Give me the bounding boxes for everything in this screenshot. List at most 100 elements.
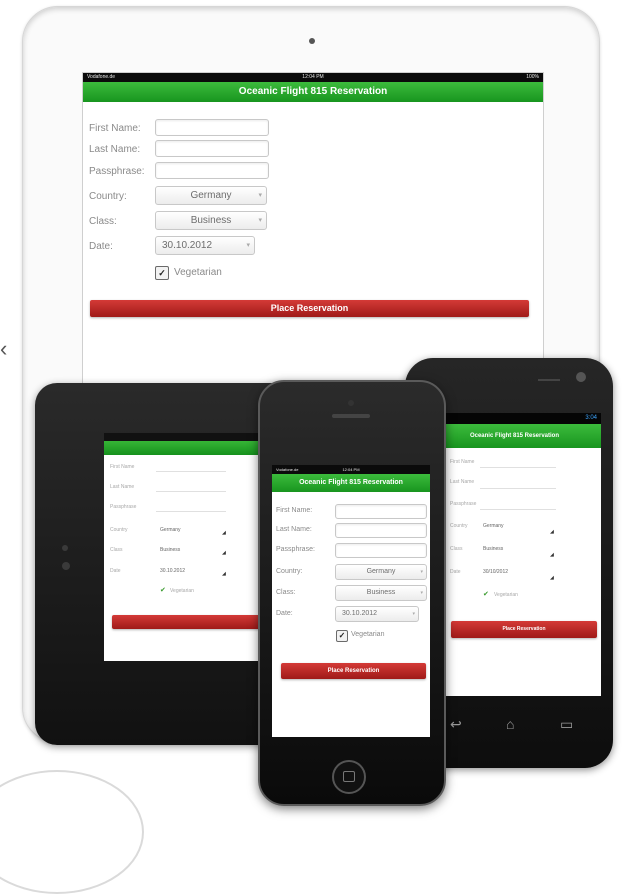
iphone-place-reservation-button[interactable]: Place Reservation [281, 663, 426, 679]
android-country-label: Country [450, 523, 468, 529]
check-icon: ✓ [338, 631, 346, 640]
check-icon[interactable]: ✔ [483, 590, 489, 598]
ipad-status-bar: Vodafone.de 12:04 PM 100% [83, 73, 543, 82]
iphone-country-label: Country: [276, 568, 303, 575]
android-passphrase-label: Passphrase [450, 501, 477, 507]
tablet-last-name-input[interactable] [156, 491, 226, 492]
back-icon[interactable]: ↩ [450, 716, 462, 733]
vegetarian-label: Vegetarian [174, 267, 222, 278]
iphone-date-select[interactable]: 30.10.2012 ▾ [335, 606, 419, 622]
first-name-input[interactable] [155, 119, 269, 136]
date-select[interactable]: 30.10.2012 ▾ [155, 236, 255, 255]
dropdown-corner-icon: ◢ [550, 529, 554, 535]
iphone-date-label: Date: [276, 610, 293, 617]
iphone-status-time: 12:04 PM [342, 467, 360, 472]
android-first-name-label: First Name [450, 459, 475, 465]
tablet-first-name-input[interactable] [156, 471, 226, 472]
date-label: Date: [89, 241, 113, 252]
tablet-passphrase-label: Passphrase [110, 504, 137, 510]
status-time: 12:04 PM [302, 74, 324, 80]
iphone-first-name-input[interactable] [335, 504, 427, 519]
chevron-down-icon: ▾ [420, 569, 423, 575]
tablet-vegetarian-label: Vegetarian [170, 588, 194, 594]
tablet-last-name-label: Last Name [110, 484, 135, 490]
iphone-last-name-input[interactable] [335, 523, 427, 538]
chevron-left-icon: ‹ [0, 336, 8, 361]
app-title-bar: Oceanic Flight 815 Reservation [83, 82, 543, 102]
android-first-name-input[interactable] [480, 467, 556, 468]
iphone-vegetarian-checkbox[interactable]: ✓ [336, 630, 348, 642]
tablet-passphrase-input[interactable] [156, 511, 226, 512]
dropdown-corner-icon: ◢ [222, 550, 226, 556]
iphone-last-name-label: Last Name: [276, 526, 312, 533]
ipad-screen: Vodafone.de 12:04 PM 100% Oceanic Flight… [82, 72, 544, 394]
iphone-screen: Vodafone.de 12:04 PM Oceanic Flight 815 … [272, 465, 430, 737]
iphone-app-title: Oceanic Flight 815 Reservation [299, 479, 403, 486]
class-value: Business [190, 215, 232, 226]
place-reservation-label: Place Reservation [270, 303, 349, 313]
date-value: 30.10.2012 [162, 240, 213, 251]
vegetarian-checkbox[interactable]: ✓ [155, 266, 169, 280]
passphrase-label: Passphrase: [89, 166, 145, 177]
iphone-vegetarian-label: Vegetarian [351, 631, 385, 638]
android-country-value[interactable]: Germany [483, 523, 504, 529]
android-app-title: Oceanic Flight 815 Reservation [469, 433, 560, 439]
android-passphrase-input[interactable] [480, 509, 556, 510]
iphone-class-select[interactable]: Business ▾ [335, 585, 427, 601]
country-value: Germany [190, 190, 232, 201]
iphone-first-name-label: First Name: [276, 507, 313, 514]
background-arc [0, 770, 144, 894]
tablet-sensor [62, 562, 70, 570]
app-title: Oceanic Flight 815 Reservation [238, 86, 388, 97]
iphone-title-bar: Oceanic Flight 815 Reservation [272, 474, 430, 492]
class-select[interactable]: Business ▾ [155, 211, 267, 230]
iphone-speaker [332, 414, 370, 418]
chevron-down-icon: ▾ [246, 242, 250, 249]
iphone-status-bar: Vodafone.de 12:04 PM [272, 465, 430, 474]
tablet-date-value[interactable]: 30.10.2012 [160, 568, 185, 574]
iphone-class-value: Business [366, 589, 396, 596]
tablet-first-name-label: First Name [110, 464, 135, 470]
country-label: Country: [89, 191, 127, 202]
iphone-place-reservation-label: Place Reservation [327, 668, 380, 674]
last-name-label: Last Name: [89, 144, 141, 155]
android-class-value[interactable]: Business [483, 546, 503, 552]
android-place-reservation-button[interactable]: Place Reservation [451, 621, 597, 638]
check-icon[interactable]: ✔ [160, 586, 166, 594]
android-last-name-label: Last Name [450, 479, 475, 485]
last-name-input[interactable] [155, 140, 269, 157]
recent-apps-icon[interactable]: ▭ [560, 716, 573, 733]
android-last-name-input[interactable] [480, 488, 556, 489]
android-speaker [538, 379, 560, 381]
iphone-date-value: 30.10.2012 [342, 610, 378, 617]
android-date-label: Date [450, 569, 461, 575]
android-vegetarian-label: Vegetarian [494, 592, 518, 598]
status-battery: 100% [526, 74, 539, 80]
android-date-value[interactable]: 30/10/2012 [483, 569, 508, 575]
iphone-passphrase-input[interactable] [335, 543, 427, 558]
android-screen: 3:04 Oceanic Flight 815 Reservation Firs… [428, 413, 601, 696]
country-select[interactable]: Germany ▾ [155, 186, 267, 205]
home-icon[interactable]: ⌂ [506, 716, 514, 732]
tablet-class-label: Class [110, 547, 123, 553]
passphrase-input[interactable] [155, 162, 269, 179]
tablet-date-label: Date [110, 568, 121, 574]
home-square-icon [343, 771, 355, 782]
chevron-down-icon: ▾ [420, 590, 423, 596]
chevron-down-icon: ▾ [258, 217, 262, 224]
place-reservation-button[interactable]: Place Reservation [90, 300, 529, 317]
iphone-country-value: Germany [366, 568, 396, 575]
iphone-country-select[interactable]: Germany ▾ [335, 564, 427, 580]
dropdown-corner-icon: ◢ [550, 552, 554, 558]
dropdown-corner-icon: ◢ [222, 571, 226, 577]
dropdown-corner-icon: ◢ [222, 530, 226, 536]
tablet-class-value[interactable]: Business [160, 547, 180, 553]
chevron-down-icon: ▾ [412, 611, 415, 617]
iphone-camera [348, 400, 354, 406]
tablet-country-value[interactable]: Germany [160, 527, 181, 533]
chevron-down-icon: ▾ [258, 192, 262, 199]
dropdown-corner-icon: ◢ [550, 575, 554, 581]
class-label: Class: [89, 216, 117, 227]
check-icon: ✓ [158, 268, 166, 278]
android-nav-bar: ↩ ⌂ ▭ [430, 712, 600, 740]
